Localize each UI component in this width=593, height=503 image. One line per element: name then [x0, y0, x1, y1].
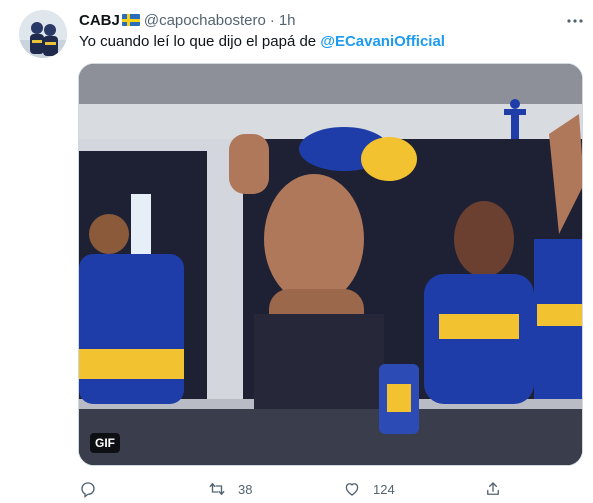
tweet-header: CABJ @capochabostero · 1h [79, 10, 296, 30]
gif-frame [79, 64, 582, 465]
sweden-flag-icon [121, 14, 140, 26]
retweet-icon [209, 483, 225, 495]
tweet-time[interactable]: 1h [279, 12, 296, 29]
share-icon [487, 482, 499, 495]
more-icon [567, 19, 583, 23]
tweet-actions: 38 124 [0, 478, 593, 500]
avatar[interactable] [19, 10, 67, 58]
author-name[interactable]: CABJ [79, 12, 120, 29]
like-count: 124 [373, 481, 395, 497]
share-button[interactable] [484, 478, 502, 500]
author-handle[interactable]: @capochabostero [144, 12, 266, 29]
separator-dot: · [269, 11, 275, 29]
tweet[interactable]: CABJ @capochabostero · 1h Yo cuando leí … [0, 0, 593, 503]
reply-icon [81, 482, 95, 498]
like-button[interactable]: 124 [343, 478, 395, 500]
retweet-button[interactable]: 38 [208, 478, 252, 500]
heart-icon [345, 483, 359, 496]
avatar-image [19, 10, 67, 58]
gif-badge: GIF [90, 433, 120, 453]
gif-media[interactable]: GIF [78, 63, 583, 466]
mention-link[interactable]: @ECavaniOfficial [320, 33, 445, 50]
reply-button[interactable] [79, 478, 97, 500]
tweet-text: Yo cuando leí lo que dijo el papá de @EC… [79, 32, 445, 52]
tweet-text-body: Yo cuando leí lo que dijo el papá de [79, 33, 321, 50]
more-options-button[interactable] [566, 12, 584, 30]
retweet-count: 38 [238, 481, 253, 497]
